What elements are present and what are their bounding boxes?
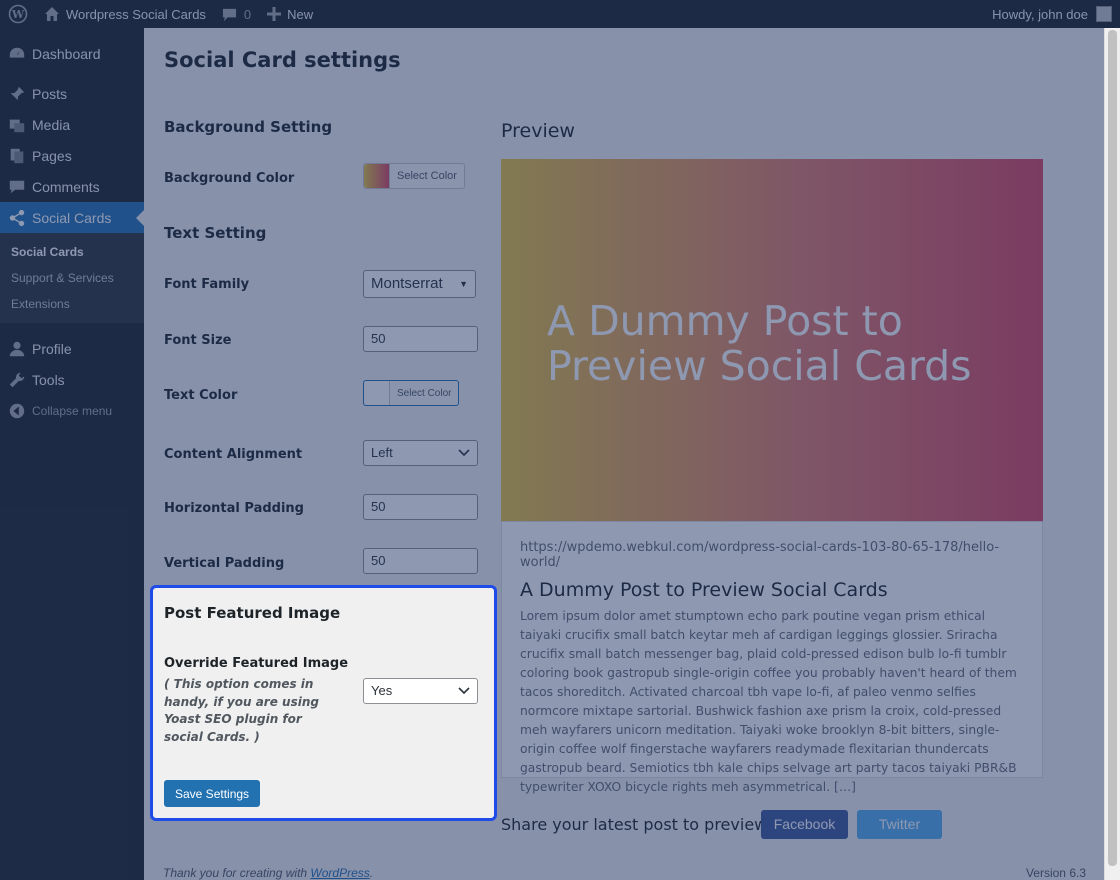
preview-url: https://wpdemo.webkul.com/wordpress-soci… [520,540,1000,570]
submenu-item-support-services[interactable]: Support & Services [0,265,144,291]
sidebar-item-label: Dashboard [32,45,101,62]
admin-bar: W Wordpress Social Cards 0 New Howdy, jo… [0,0,1120,28]
background-section-heading: Background Setting [164,118,333,136]
site-name-link[interactable]: Wordpress Social Cards [36,0,214,28]
sidebar-item-label: Posts [32,85,68,102]
home-icon [45,7,59,21]
user-icon [9,341,25,356]
override-featured-note: ( This option comes in handy, if you are… [164,677,319,744]
select-color-label: Select Color [397,387,452,399]
horizontal-padding-label: Horizontal Padding [164,501,304,516]
vertical-padding-label: Vertical Padding [164,556,285,571]
vertical-padding-input[interactable]: 50 [363,548,478,574]
save-settings-button[interactable]: Save Settings [164,780,261,807]
sidebar-item-pages[interactable]: Pages [0,140,144,171]
facebook-button[interactable]: Facebook [761,810,848,839]
font-family-label: Font Family [164,277,250,292]
sidebar-item-media[interactable]: Media [0,109,144,140]
font-family-value: Montserrat [371,275,443,292]
sidebar-item-label: Media [32,116,71,133]
share-text: Share your latest post to preview [501,815,768,834]
footer-thanks-prefix: Thank you for creating with [163,866,311,880]
pin-icon [9,86,25,101]
footer-thanks-suffix: . [369,866,374,880]
site-name: Wordpress Social Cards [66,6,206,22]
sidebar-item-profile[interactable]: Profile [0,333,144,364]
font-size-label: Font Size [164,333,232,348]
chevron-down-icon [458,687,470,695]
share-icon [9,209,25,226]
new-content-link[interactable]: New [259,0,321,28]
preview-post-title: A Dummy Post to Preview Social Cards [520,579,888,601]
featured-image-panel: Post Featured Image Override Featured Im… [150,585,497,821]
howdy-user[interactable]: Howdy, john doe [992,7,1088,22]
plus-icon [267,7,282,21]
collapse-arrow-icon [9,403,25,418]
background-color-picker[interactable]: Select Color [363,163,465,189]
footer-version: Version 6.3 [1025,866,1086,880]
comment-icon [222,8,236,21]
sidebar-item-label: Pages [32,147,72,164]
horizontal-padding-input[interactable]: 50 [363,494,478,520]
sidebar-item-label: Comments [32,178,100,195]
override-featured-select[interactable]: Yes [363,678,478,704]
sidebar-item-label: Tools [32,371,65,388]
color-swatch [364,381,390,405]
sidebar-item-social-cards[interactable]: Social Cards [0,202,144,233]
text-color-label: Text Color [164,388,238,403]
font-family-select[interactable]: Montserrat ▼ [363,270,476,298]
sidebar-item-label: Profile [32,340,72,357]
preview-excerpt: Lorem ipsum dolor amet stumptown echo pa… [520,609,1017,794]
wrench-icon [9,372,25,387]
pages-icon [10,148,24,163]
text-section-heading: Text Setting [164,224,267,242]
override-featured-label: Override Featured Image [164,656,349,671]
svg-text:W: W [11,8,25,21]
text-color-picker[interactable]: Select Color [363,380,460,406]
background-color-label: Background Color [164,171,295,186]
collapse-menu-label: Collapse menu [32,403,113,418]
social-card-meta: https://wpdemo.webkul.com/wordpress-soci… [501,521,1043,794]
sidebar-item-dashboard[interactable]: Dashboard [0,38,144,69]
footer-thanks: Thank you for creating with WordPress. [163,866,373,880]
social-card-headline: A Dummy Post to Preview Social Cards [547,297,972,390]
select-color-label: Select Color [397,170,457,182]
twitter-button[interactable]: Twitter [857,810,942,839]
wordpress-link[interactable]: WordPress [310,866,369,880]
sidebar-item-tools[interactable]: Tools [0,364,144,395]
comments-count: 0 [243,6,252,22]
preview-heading: Preview [501,120,575,142]
sidebar-item-label: Social Cards [32,209,112,226]
override-featured-value: Yes [371,683,393,698]
content-alignment-label: Content Alignment [164,447,303,462]
collapse-menu-button[interactable]: Collapse menu [0,395,144,426]
new-label: New [287,6,314,22]
font-size-input[interactable]: 50 [363,326,478,352]
admin-sidebar: Dashboard Posts Media Pages Comments Soc… [0,28,144,880]
submenu-item-extensions[interactable]: Extensions [0,291,144,317]
wordpress-logo-icon[interactable]: W [0,0,36,28]
social-cards-submenu: Social Cards Support & Services Extensio… [0,233,144,323]
sidebar-item-posts[interactable]: Posts [0,78,144,109]
social-card-image: A Dummy Post to Preview Social Cards [501,159,1043,521]
comments-link[interactable]: 0 [214,0,259,28]
sidebar-item-comments[interactable]: Comments [0,171,144,202]
content-alignment-select[interactable]: Left [363,440,478,466]
color-swatch [364,164,390,188]
scrollbar-thumb[interactable] [1108,30,1117,866]
chevron-down-icon [458,449,470,457]
page-title: Social Card settings [164,48,401,72]
media-icon [9,119,25,132]
comment-icon [9,180,25,193]
submenu-item-social-cards[interactable]: Social Cards [0,239,144,265]
dashboard-icon [9,47,25,58]
chevron-down-icon: ▼ [459,279,468,289]
avatar[interactable] [1096,6,1112,22]
content-alignment-value: Left [371,445,393,460]
featured-section-heading: Post Featured Image [164,604,341,622]
scrollbar[interactable] [1104,28,1120,880]
